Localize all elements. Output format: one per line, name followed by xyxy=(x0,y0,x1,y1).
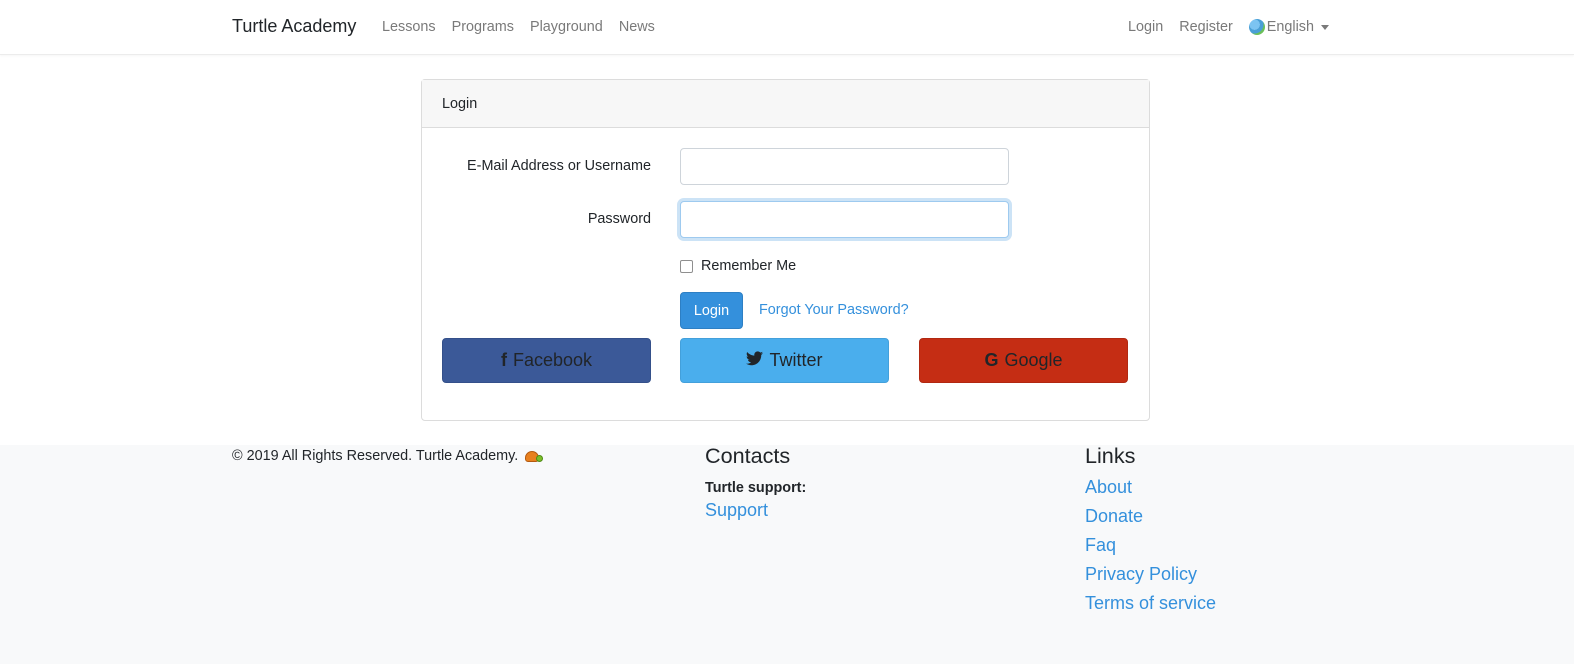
remember-me-row: Remember Me xyxy=(680,258,796,274)
login-card: Login E-Mail Address or Username Passwor… xyxy=(421,79,1150,421)
language-label: English xyxy=(1266,19,1314,35)
password-field[interactable] xyxy=(680,201,1009,238)
remember-me-label[interactable]: Remember Me xyxy=(701,258,796,274)
facebook-icon: f xyxy=(500,350,507,370)
language-dropdown[interactable]: English xyxy=(1248,19,1329,35)
nav-login-link[interactable]: Login xyxy=(1128,19,1163,35)
facebook-label: Facebook xyxy=(512,350,593,370)
footer-link-faq[interactable]: Faq xyxy=(1085,535,1216,564)
main-nav: Lessons Programs Playground News xyxy=(382,19,655,35)
nav-register-link[interactable]: Register xyxy=(1179,19,1233,35)
twitter-login-button[interactable]: Twitter xyxy=(680,338,889,383)
nav-link-playground[interactable]: Playground xyxy=(530,19,603,35)
support-link[interactable]: Support xyxy=(705,500,768,521)
password-label: Password xyxy=(587,211,651,227)
card-header: Login xyxy=(422,80,1149,128)
user-nav: Login Register English xyxy=(1128,19,1329,35)
nav-link-programs[interactable]: Programs xyxy=(452,19,514,35)
copyright-text: © 2019 All Rights Reserved. Turtle Acade… xyxy=(232,448,519,464)
forgot-password-link[interactable]: Forgot Your Password? xyxy=(759,302,909,318)
footer-links: About Donate Faq Privacy Policy Terms of… xyxy=(1085,477,1216,622)
google-icon: G xyxy=(984,350,999,370)
footer-link-privacy-policy[interactable]: Privacy Policy xyxy=(1085,564,1216,593)
nav-link-news[interactable]: News xyxy=(619,19,655,35)
links-heading: Links xyxy=(1085,443,1136,468)
turtle-logo-icon xyxy=(524,448,544,464)
contacts-heading: Contacts xyxy=(705,443,791,468)
globe-icon xyxy=(1248,19,1265,35)
footer-link-donate[interactable]: Donate xyxy=(1085,506,1216,535)
facebook-login-button[interactable]: f Facebook xyxy=(442,338,651,383)
top-navbar: Turtle Academy Lessons Programs Playgrou… xyxy=(0,0,1574,55)
twitter-label: Twitter xyxy=(769,350,823,370)
google-login-button[interactable]: G Google xyxy=(919,338,1128,383)
twitter-icon xyxy=(746,350,764,371)
google-label: Google xyxy=(1004,350,1063,370)
footer-link-about[interactable]: About xyxy=(1085,477,1216,506)
footer-link-terms-of-service[interactable]: Terms of service xyxy=(1085,593,1216,622)
support-label: Turtle support: xyxy=(705,480,807,496)
email-label: E-Mail Address or Username xyxy=(467,158,651,174)
page-footer: © 2019 All Rights Reserved. Turtle Acade… xyxy=(0,443,1574,664)
email-field[interactable] xyxy=(680,148,1009,185)
caret-down-icon xyxy=(1321,24,1329,30)
remember-me-checkbox[interactable] xyxy=(680,259,693,273)
copyright: © 2019 All Rights Reserved. Turtle Acade… xyxy=(232,448,544,464)
nav-link-lessons[interactable]: Lessons xyxy=(382,19,436,35)
login-button[interactable]: Login xyxy=(680,292,743,329)
brand-link[interactable]: Turtle Academy xyxy=(232,16,356,37)
